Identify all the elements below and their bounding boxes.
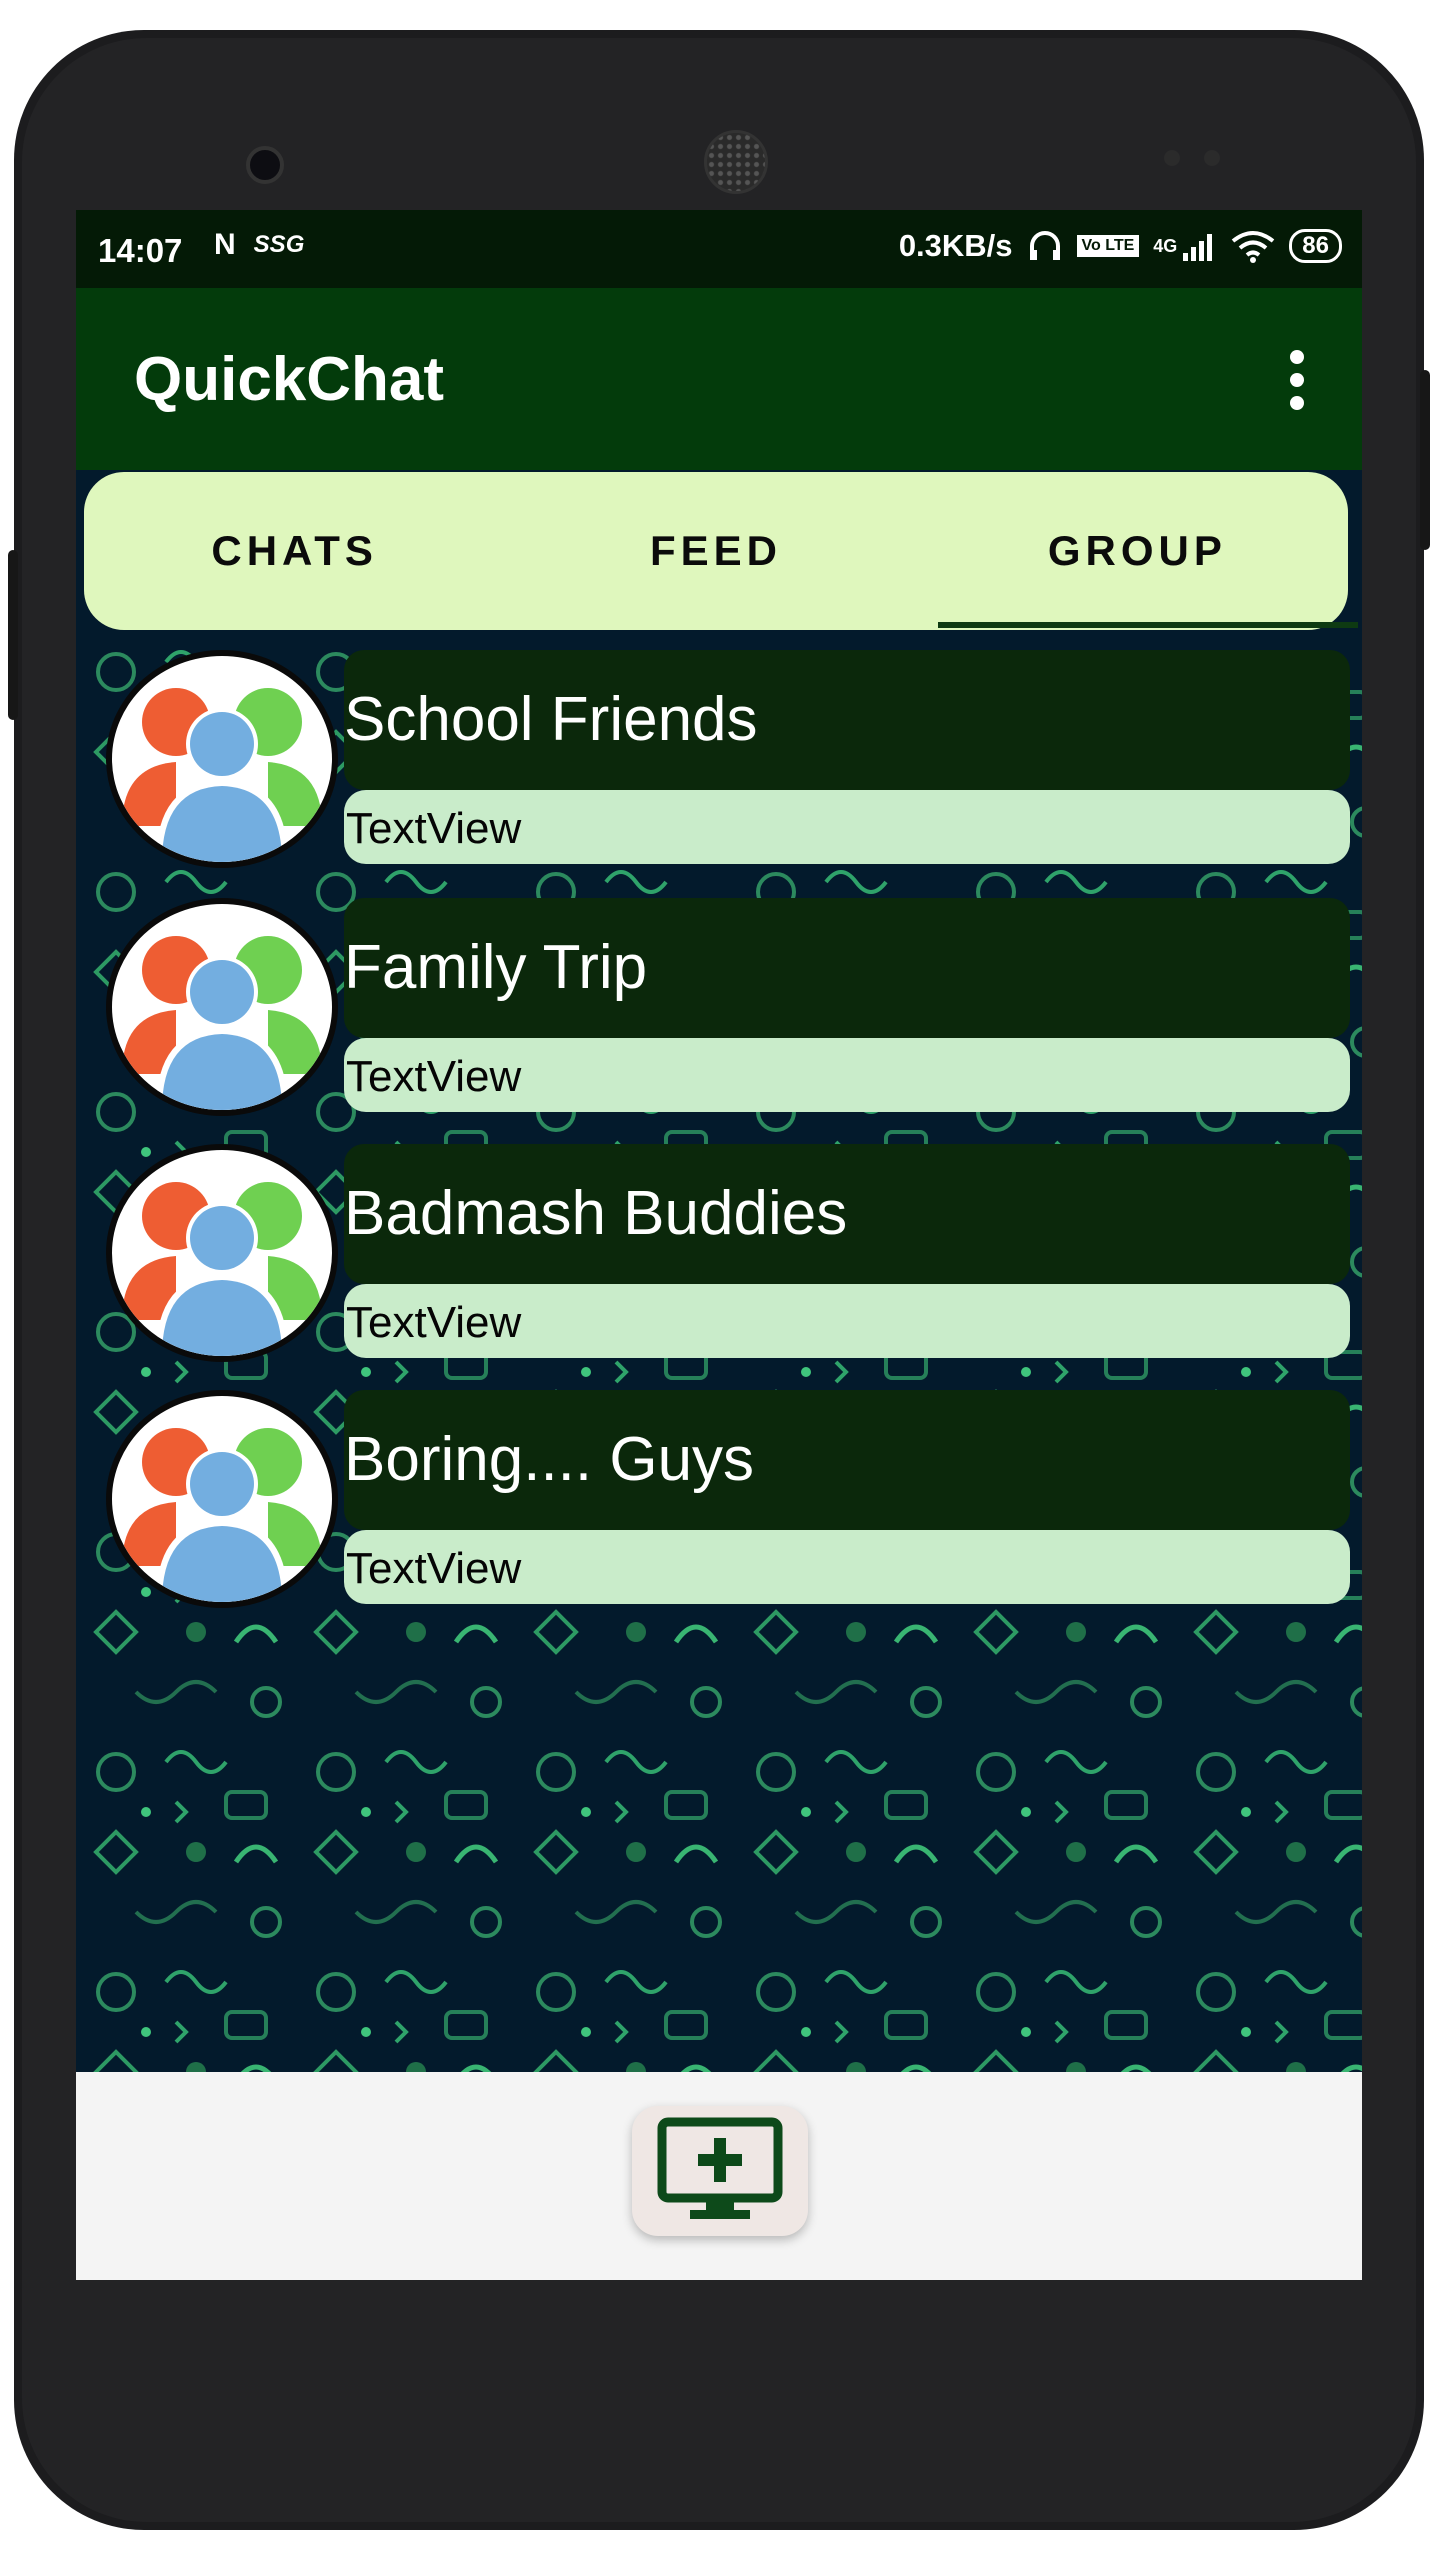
signal-icon [1183, 234, 1213, 261]
last-message-box: TextView [344, 1038, 1350, 1112]
group-avatar-icon [106, 1390, 338, 1608]
group-name: Family Trip [344, 933, 648, 1002]
group-row[interactable]: Boring.... Guys TextView [76, 1390, 1362, 1620]
last-message-box: TextView [344, 790, 1350, 864]
last-message: TextView [346, 804, 522, 853]
network-type: 4G [1153, 235, 1178, 256]
group-name-box: Family Trip [344, 898, 1350, 1038]
tab-label: CHATS [211, 527, 378, 574]
wifi-icon [1232, 231, 1275, 263]
status-left-icons: N SSG [214, 228, 304, 262]
volume-button [8, 550, 18, 720]
app-screen: 14:07 N SSG 0.3KB/s Vo LTE 4G 86 QuickCh… [76, 210, 1362, 2280]
bottom-bar [76, 2072, 1362, 2280]
group-avatar-icon [106, 898, 338, 1116]
last-message: TextView [346, 1298, 522, 1347]
app-title: QuickChat [134, 345, 445, 414]
headphones-icon [1029, 231, 1060, 260]
power-button [1420, 370, 1430, 550]
group-name-box: School Friends [344, 650, 1350, 790]
group-avatar-icon [106, 650, 338, 868]
earpiece-speaker [704, 130, 768, 194]
group-name-box: Badmash Buddies [344, 1144, 1350, 1284]
nfc-icon: N [214, 228, 236, 261]
group-avatar-icon [106, 1144, 338, 1362]
group-name: School Friends [344, 685, 758, 754]
status-bar: 14:07 N SSG 0.3KB/s Vo LTE 4G 86 [76, 210, 1362, 288]
tab-feed[interactable]: FEED [505, 472, 926, 630]
battery-indicator: 86 [1289, 229, 1342, 263]
group-row[interactable]: Badmash Buddies TextView [76, 1144, 1362, 1374]
front-camera [246, 146, 284, 184]
selected-tab-indicator [938, 622, 1358, 628]
tab-group[interactable]: GROUP [927, 472, 1348, 630]
group-name: Boring.... Guys [344, 1425, 755, 1494]
tab-chats[interactable]: CHATS [84, 472, 505, 630]
add-group-button[interactable] [632, 2106, 808, 2236]
light-sensor [1204, 150, 1220, 166]
group-list-area: School Friends TextView Family Trip Text… [76, 632, 1362, 2072]
overflow-menu-icon[interactable] [1290, 350, 1304, 410]
network-speed: 0.3KB/s [898, 228, 1013, 263]
last-message: TextView [346, 1544, 522, 1593]
tab-label: FEED [649, 527, 782, 574]
last-message: TextView [346, 1052, 522, 1101]
group-row[interactable]: Family Trip TextView [76, 898, 1362, 1128]
proximity-sensor [1164, 150, 1180, 166]
volte-icon: Vo LTE [1076, 235, 1140, 257]
app-bar: QuickChat [76, 288, 1362, 470]
status-time: 14:07 [98, 232, 183, 269]
last-message-box: TextView [344, 1530, 1350, 1604]
group-name: Badmash Buddies [344, 1179, 848, 1248]
add-screen-icon [657, 2117, 783, 2219]
group-name-box: Boring.... Guys [344, 1390, 1350, 1530]
tab-bar: CHATS FEED GROUP [84, 472, 1348, 630]
group-row[interactable]: School Friends TextView [76, 650, 1362, 880]
tab-label: GROUP [1047, 527, 1227, 574]
status-right-icons: 0.3KB/s Vo LTE 4G 86 [899, 228, 1342, 264]
ssg-icon: SSG [253, 231, 305, 258]
last-message-box: TextView [344, 1284, 1350, 1358]
